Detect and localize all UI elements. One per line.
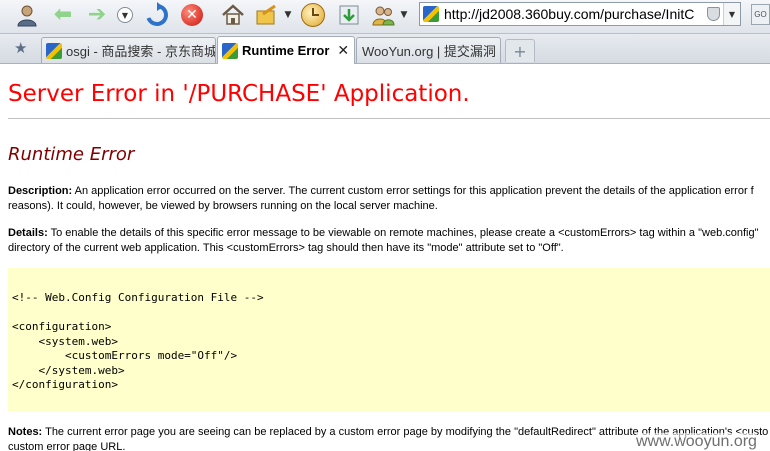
tab-label: WooYun.org | 提交漏洞 [362,44,496,59]
favorites-icon[interactable] [252,2,280,28]
stop-icon[interactable]: ✕ [177,2,207,28]
tab-label: osgi - 商品搜索 - 京东商城 [66,44,216,59]
page-title: Server Error in '/PURCHASE' Application. [8,81,470,107]
refresh-icon[interactable] [142,2,172,28]
code-listing: <!-- Web.Config Configuration File --> <… [12,291,264,393]
favorites-dropdown-icon[interactable]: ▼ [282,2,294,28]
code-line: </system.web> [12,363,125,377]
address-text[interactable]: http://jd2008.360buy.com/purchase/InitC [444,6,702,22]
history-dropdown-icon[interactable]: ▼ [116,2,134,28]
code-line: <!-- Web.Config Configuration File --> [12,291,264,304]
tab-favicon [222,42,238,59]
details-paragraph: Details: To enable the details of this s… [8,226,770,256]
description-text-line2: reasons). It could, however, be viewed b… [8,200,438,212]
description-label: Description: [8,185,73,197]
browser-toolbar: ⬅ ➔ ▼ ✕ ▼ ▼ http://jd2008.360buy.com/pur… [0,0,770,34]
security-shield-icon [707,7,720,21]
tab-bar: ★ osgi - 商品搜索 - 京东商城 Runtime Error ✕ Woo… [0,34,770,64]
details-text-line1: To enable the details of this specific e… [50,227,759,239]
tab-runtime-error[interactable]: Runtime Error ✕ [217,36,355,64]
error-subtitle: Runtime Error [8,144,135,165]
back-arrow-icon[interactable]: ⬅ [50,2,76,28]
history-clock-icon[interactable] [299,2,327,28]
tab-osgi-search[interactable]: osgi - 商品搜索 - 京东商城 [41,37,216,63]
forward-arrow-icon[interactable]: ➔ [84,2,110,28]
home-icon[interactable] [219,2,247,28]
divider [8,118,770,119]
code-block: <!-- Web.Config Configuration File --> <… [8,268,770,411]
description-text-line1: An application error occurred on the ser… [74,185,754,197]
contacts-dropdown-icon[interactable]: ▼ [398,2,410,28]
user-icon[interactable] [12,2,42,28]
new-tab-button[interactable]: + [505,39,535,62]
watermark: www.wooyun.org [636,433,757,451]
tab-wooyun[interactable]: WooYun.org | 提交漏洞 [356,37,501,63]
page-content: Server Error in '/PURCHASE' Application.… [0,64,770,451]
code-line: <system.web> [12,334,118,348]
tab-favicon [46,42,62,59]
download-icon[interactable] [335,2,363,28]
notes-label: Notes: [8,426,43,438]
code-line: <customErrors mode="Off"/> [12,349,238,362]
details-label: Details: [8,227,48,239]
description-paragraph: Description: An application error occurr… [8,184,770,214]
favorites-star-icon[interactable]: ★ [14,39,27,57]
site-favicon [423,6,439,22]
contacts-icon[interactable] [369,2,397,28]
tab-label: Runtime Error [242,43,330,58]
details-text-line2: directory of the current web application… [8,242,564,254]
close-icon[interactable]: ✕ [337,42,349,59]
address-dropdown-icon[interactable]: ▼ [723,3,740,25]
go-button[interactable]: GO [751,4,770,25]
code-line: <configuration> [12,320,112,333]
code-line: </configuration> [12,378,118,391]
address-bar[interactable]: http://jd2008.360buy.com/purchase/InitC … [419,2,741,26]
